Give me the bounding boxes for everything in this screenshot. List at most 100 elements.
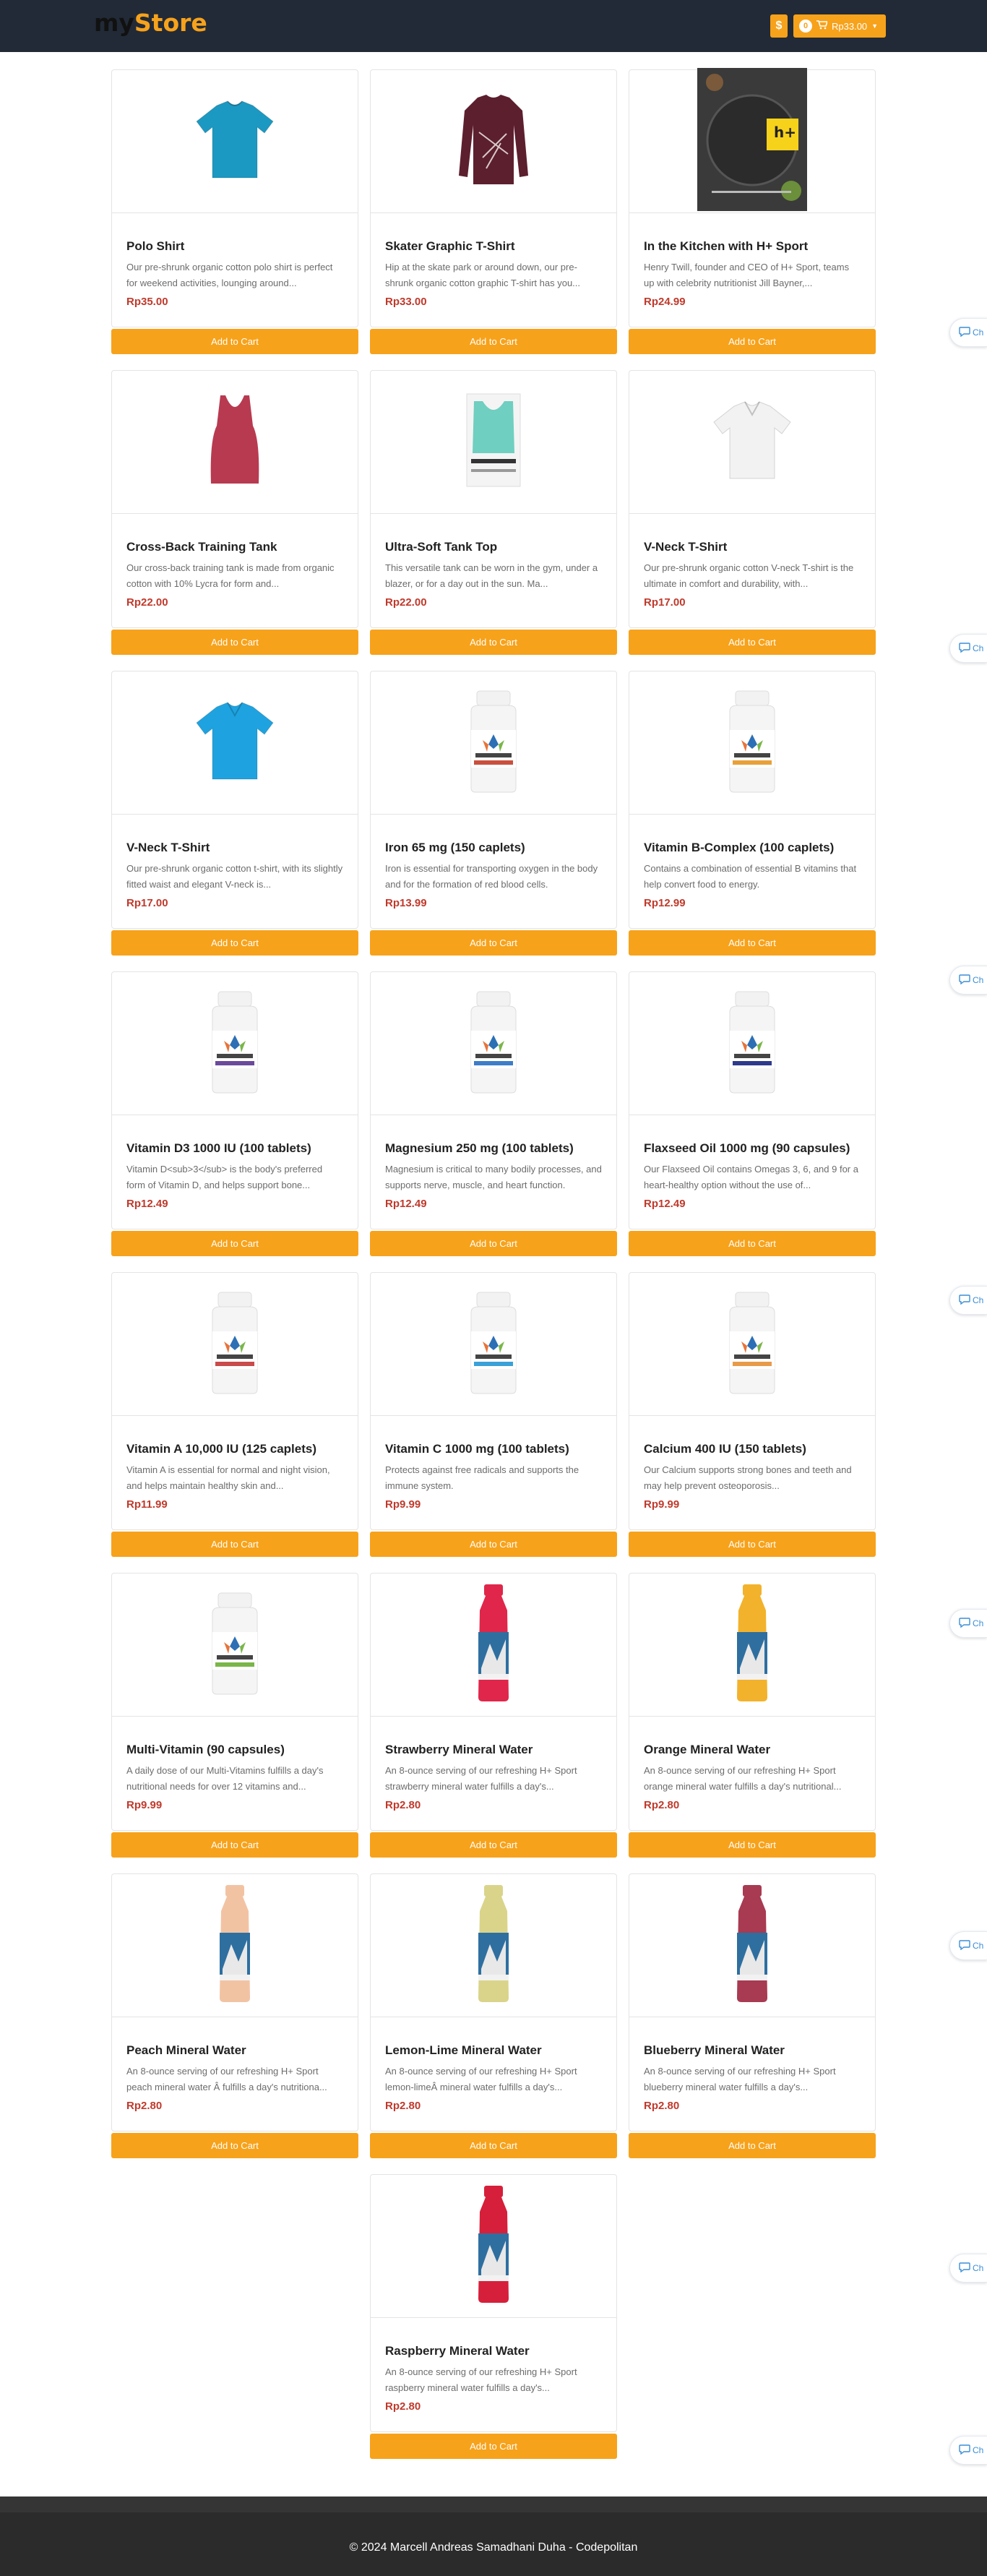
product-name[interactable]: Ultra-Soft Tank Top [385,540,602,554]
product-image[interactable] [112,70,358,213]
add-to-cart-button[interactable]: Add to Cart [111,1231,358,1256]
cart-dropdown-button[interactable]: 0 Rp33.00 ▼ [793,14,886,38]
chat-widget-tab[interactable]: Ch [949,2254,987,2283]
product-grid: Polo Shirt Our pre-shrunk organic cotton … [111,68,876,2459]
product-name[interactable]: Vitamin B-Complex (100 caplets) [644,841,861,855]
product-card: Cross-Back Training Tank Our cross-back t… [111,370,358,655]
product-name[interactable]: Vitamin A 10,000 IU (125 caplets) [126,1442,343,1456]
product-description: Our pre-shrunk organic cotton V-neck T-s… [644,562,854,589]
product-image[interactable] [112,371,358,514]
product-image[interactable] [371,371,616,514]
add-to-cart-button[interactable]: Add to Cart [111,329,358,354]
tshirt-blue-image [188,694,282,791]
product-name[interactable]: Multi-Vitamin (90 capsules) [126,1743,343,1757]
brand-logo[interactable]: myStore [94,10,207,36]
chat-widget-tab[interactable]: Ch [949,318,987,347]
product-card: Blueberry Mineral Water An 8-ounce servin… [629,1873,876,2158]
product-name[interactable]: Cross-Back Training Tank [126,540,343,554]
water-bottle-image [468,1882,519,2009]
product-name[interactable]: Blueberry Mineral Water [644,2043,861,2058]
product-name[interactable]: Orange Mineral Water [644,1743,861,1757]
add-to-cart-button[interactable]: Add to Cart [629,2133,876,2158]
product-image[interactable] [629,1874,875,2017]
product-name[interactable]: V-Neck T-Shirt [126,841,343,855]
chat-tab-label: Ch [973,643,984,653]
product-description: An 8-ounce serving of our refreshing H+ … [385,2366,577,2393]
product-image[interactable] [112,1874,358,2017]
product-image[interactable] [629,1573,875,1717]
supplement-bottle-image [461,687,526,799]
supplement-bottle-image [202,1589,267,1701]
product-name[interactable]: Skater Graphic T-Shirt [385,239,602,254]
product-image[interactable] [629,671,875,815]
product-name[interactable]: Strawberry Mineral Water [385,1743,602,1757]
product-name[interactable]: Raspberry Mineral Water [385,2344,602,2358]
product-image[interactable] [112,1573,358,1717]
chat-widget-tab[interactable]: Ch [949,2436,987,2465]
add-to-cart-button[interactable]: Add to Cart [370,930,617,956]
add-to-cart-button[interactable]: Add to Cart [629,1832,876,1858]
product-image[interactable] [629,972,875,1115]
product-description: Vitamin A is essential for normal and ni… [126,1464,330,1491]
chat-bubble-icon [959,1617,970,1630]
chat-widget-tab[interactable]: Ch [949,1931,987,1960]
product-name[interactable]: Polo Shirt [126,239,343,254]
product-description: Magnesium is critical to many bodily pro… [385,1164,602,1190]
product-card-body: Skater Graphic T-Shirt Hip at the skate p… [370,69,617,327]
product-name[interactable]: V-Neck T-Shirt [644,540,861,554]
add-to-cart-button[interactable]: Add to Cart [111,1832,358,1858]
add-to-cart-button[interactable]: Add to Cart [629,1231,876,1256]
nav-actions: $ 0 Rp33.00 ▼ [770,14,886,38]
product-image[interactable] [112,972,358,1115]
add-to-cart-button[interactable]: Add to Cart [370,329,617,354]
product-image[interactable] [371,70,616,213]
product-image[interactable] [112,671,358,815]
add-to-cart-button[interactable]: Add to Cart [370,1231,617,1256]
product-name[interactable]: Vitamin D3 1000 IU (100 tablets) [126,1141,343,1156]
product-card: Iron 65 mg (150 caplets) Iron is essentia… [370,671,617,956]
product-image[interactable] [629,1273,875,1416]
product-card-body: Vitamin C 1000 mg (100 tablets) Protects … [370,1272,617,1530]
product-description: Hip at the skate park or around down, ou… [385,262,581,288]
add-to-cart-button[interactable]: Add to Cart [111,930,358,956]
add-to-cart-button[interactable]: Add to Cart [111,1532,358,1557]
add-to-cart-button[interactable]: Add to Cart [370,1832,617,1858]
product-name[interactable]: Lemon-Lime Mineral Water [385,2043,602,2058]
chat-widget-tab[interactable]: Ch [949,1609,987,1638]
product-image[interactable] [371,1573,616,1717]
add-to-cart-button[interactable]: Add to Cart [370,2434,617,2459]
product-name[interactable]: Calcium 400 IU (150 tablets) [644,1442,861,1456]
product-image[interactable] [371,2175,616,2318]
add-to-cart-button[interactable]: Add to Cart [629,630,876,655]
product-image[interactable] [371,972,616,1115]
add-to-cart-button[interactable]: Add to Cart [370,2133,617,2158]
product-image[interactable] [371,1874,616,2017]
add-to-cart-button[interactable]: Add to Cart [370,1532,617,1557]
product-name[interactable]: Flaxseed Oil 1000 mg (90 capsules) [644,1141,861,1156]
product-name[interactable]: Magnesium 250 mg (100 tablets) [385,1141,602,1156]
product-name[interactable]: In the Kitchen with H+ Sport [644,239,861,254]
product-image[interactable] [371,1273,616,1416]
tshirt-white-image [705,393,799,491]
product-image[interactable]: h+ [629,68,875,213]
product-image[interactable] [112,1273,358,1416]
currency-button[interactable]: $ [770,14,788,38]
chat-tab-label: Ch [973,1295,984,1305]
product-image[interactable] [629,371,875,514]
product-name[interactable]: Iron 65 mg (150 caplets) [385,841,602,855]
chat-widget-tab[interactable]: Ch [949,966,987,995]
add-to-cart-button[interactable]: Add to Cart [629,930,876,956]
add-to-cart-button[interactable]: Add to Cart [111,630,358,655]
product-name[interactable]: Vitamin C 1000 mg (100 tablets) [385,1442,602,1456]
product-price: Rp9.99 [644,1498,680,1511]
add-to-cart-button[interactable]: Add to Cart [629,1532,876,1557]
chat-widget-tab[interactable]: Ch [949,1286,987,1315]
product-name[interactable]: Peach Mineral Water [126,2043,343,2058]
product-image[interactable] [371,671,616,815]
brand-part-my: my [94,9,134,37]
add-to-cart-button[interactable]: Add to Cart [629,329,876,354]
cart-total: Rp33.00 [832,20,868,32]
add-to-cart-button[interactable]: Add to Cart [370,630,617,655]
add-to-cart-button[interactable]: Add to Cart [111,2133,358,2158]
chat-widget-tab[interactable]: Ch [949,634,987,663]
